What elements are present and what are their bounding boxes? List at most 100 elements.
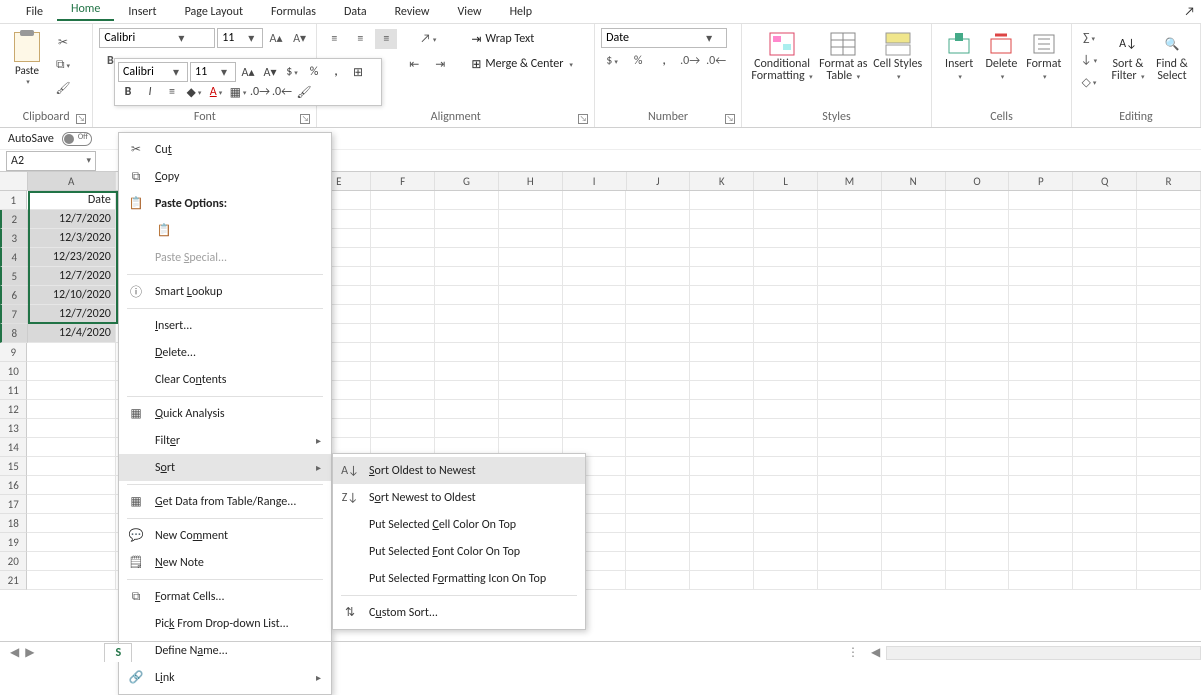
cell[interactable]: [882, 571, 946, 590]
row-header[interactable]: 8: [0, 324, 28, 343]
mini-font-color-icon[interactable]: A▾: [206, 82, 226, 102]
mini-align-icon[interactable]: ≡: [162, 82, 182, 102]
cell[interactable]: [690, 476, 754, 495]
percent-icon[interactable]: %: [627, 51, 649, 71]
row-header[interactable]: 17: [0, 495, 27, 514]
clear-icon[interactable]: ◇▾: [1078, 72, 1100, 92]
cell[interactable]: [435, 381, 499, 400]
decrease-indent-icon[interactable]: ⇤: [403, 54, 425, 74]
cell[interactable]: [690, 400, 754, 419]
cell[interactable]: [882, 400, 946, 419]
cell[interactable]: [882, 324, 946, 343]
cell[interactable]: [882, 343, 946, 362]
row-header[interactable]: 6: [0, 286, 28, 305]
row-header[interactable]: 16: [0, 476, 27, 495]
cell[interactable]: [1137, 191, 1201, 210]
cell[interactable]: [754, 324, 818, 343]
cell[interactable]: [626, 476, 690, 495]
menu-review[interactable]: Review: [381, 5, 444, 19]
cell[interactable]: [1137, 476, 1201, 495]
cell[interactable]: [1137, 533, 1201, 552]
mini-currency-icon[interactable]: $▾: [282, 62, 302, 82]
sheet-tab-1[interactable]: S: [104, 643, 132, 662]
cell[interactable]: [754, 191, 818, 210]
alignment-dialog-launcher[interactable]: ↘: [578, 114, 588, 124]
cell[interactable]: [882, 514, 946, 533]
conditional-formatting-button[interactable]: Conditional Formatting ▾: [748, 28, 816, 85]
cell[interactable]: [27, 495, 115, 514]
cell[interactable]: [1009, 381, 1073, 400]
cell[interactable]: [27, 343, 115, 362]
cell[interactable]: [1073, 514, 1137, 533]
mini-border-icon[interactable]: ▦▾: [228, 82, 248, 102]
cell[interactable]: [818, 476, 882, 495]
col-header-Q[interactable]: Q: [1073, 172, 1137, 190]
cell[interactable]: [499, 419, 563, 438]
cell[interactable]: [563, 381, 627, 400]
delete-cells-button[interactable]: Delete▾: [980, 28, 1022, 85]
autosum-icon[interactable]: ∑▾: [1078, 28, 1100, 48]
cell[interactable]: [1073, 571, 1137, 590]
cell[interactable]: [626, 400, 690, 419]
cell[interactable]: [1009, 457, 1073, 476]
cell[interactable]: [371, 210, 435, 229]
merge-center-button[interactable]: ⊞Merge & Center▾: [467, 53, 577, 75]
cell[interactable]: [1073, 191, 1137, 210]
cell[interactable]: Date: [27, 191, 115, 210]
cell[interactable]: [1073, 324, 1137, 343]
decrease-font-icon[interactable]: A▾: [289, 28, 311, 48]
sheet-nav-prev-icon[interactable]: ◀: [10, 645, 19, 660]
cell[interactable]: [946, 419, 1010, 438]
cell[interactable]: 12/23/2020: [28, 248, 116, 267]
row-header[interactable]: 13: [0, 419, 27, 438]
cell[interactable]: [1137, 381, 1201, 400]
mini-bold-icon[interactable]: B: [118, 82, 138, 102]
col-header-O[interactable]: O: [946, 172, 1010, 190]
cell[interactable]: [882, 362, 946, 381]
row-header[interactable]: 1: [0, 191, 27, 210]
ctx-new-note[interactable]: 🗒New Note: [119, 549, 331, 576]
cell[interactable]: [1073, 476, 1137, 495]
cell[interactable]: [946, 343, 1010, 362]
menu-file[interactable]: File: [12, 5, 57, 19]
ctx-quick-analysis[interactable]: ▦Quick Analysis: [119, 400, 331, 427]
row-header[interactable]: 12: [0, 400, 27, 419]
cell[interactable]: [1009, 324, 1073, 343]
cell[interactable]: [946, 400, 1010, 419]
col-header-L[interactable]: L: [754, 172, 818, 190]
cell[interactable]: [27, 362, 115, 381]
cell[interactable]: [371, 362, 435, 381]
cell[interactable]: [499, 248, 563, 267]
cell[interactable]: [1073, 229, 1137, 248]
cell[interactable]: [626, 495, 690, 514]
cell[interactable]: [818, 400, 882, 419]
row-header[interactable]: 10: [0, 362, 27, 381]
ctx-new-comment[interactable]: 💬New Comment: [119, 522, 331, 549]
cell[interactable]: [499, 229, 563, 248]
cell[interactable]: [563, 305, 627, 324]
scroll-left-icon[interactable]: ◀: [865, 645, 886, 660]
mini-decrease-font-icon[interactable]: A▾: [260, 62, 280, 82]
cell[interactable]: [946, 438, 1010, 457]
mini-percent-icon[interactable]: %: [304, 62, 324, 82]
cell[interactable]: 12/4/2020: [28, 324, 116, 343]
menu-data[interactable]: Data: [330, 5, 381, 19]
clipboard-dialog-launcher[interactable]: ↘: [76, 114, 86, 124]
cell[interactable]: [27, 571, 115, 590]
cell[interactable]: [1009, 476, 1073, 495]
font-size-combo[interactable]: ▾: [217, 28, 263, 48]
row-header[interactable]: 3: [0, 229, 28, 248]
cell[interactable]: [690, 229, 754, 248]
row-header[interactable]: 4: [0, 248, 28, 267]
row-header[interactable]: 20: [0, 552, 27, 571]
cell[interactable]: [435, 324, 499, 343]
row-header[interactable]: 15: [0, 457, 27, 476]
row-header[interactable]: 9: [0, 343, 27, 362]
cell[interactable]: [690, 286, 754, 305]
ctx-link[interactable]: 🔗Link▸: [119, 664, 331, 691]
cell[interactable]: [1073, 457, 1137, 476]
cell[interactable]: [818, 267, 882, 286]
cell[interactable]: [626, 438, 690, 457]
select-all-corner[interactable]: [0, 172, 28, 190]
number-dialog-launcher[interactable]: ↘: [725, 114, 735, 124]
